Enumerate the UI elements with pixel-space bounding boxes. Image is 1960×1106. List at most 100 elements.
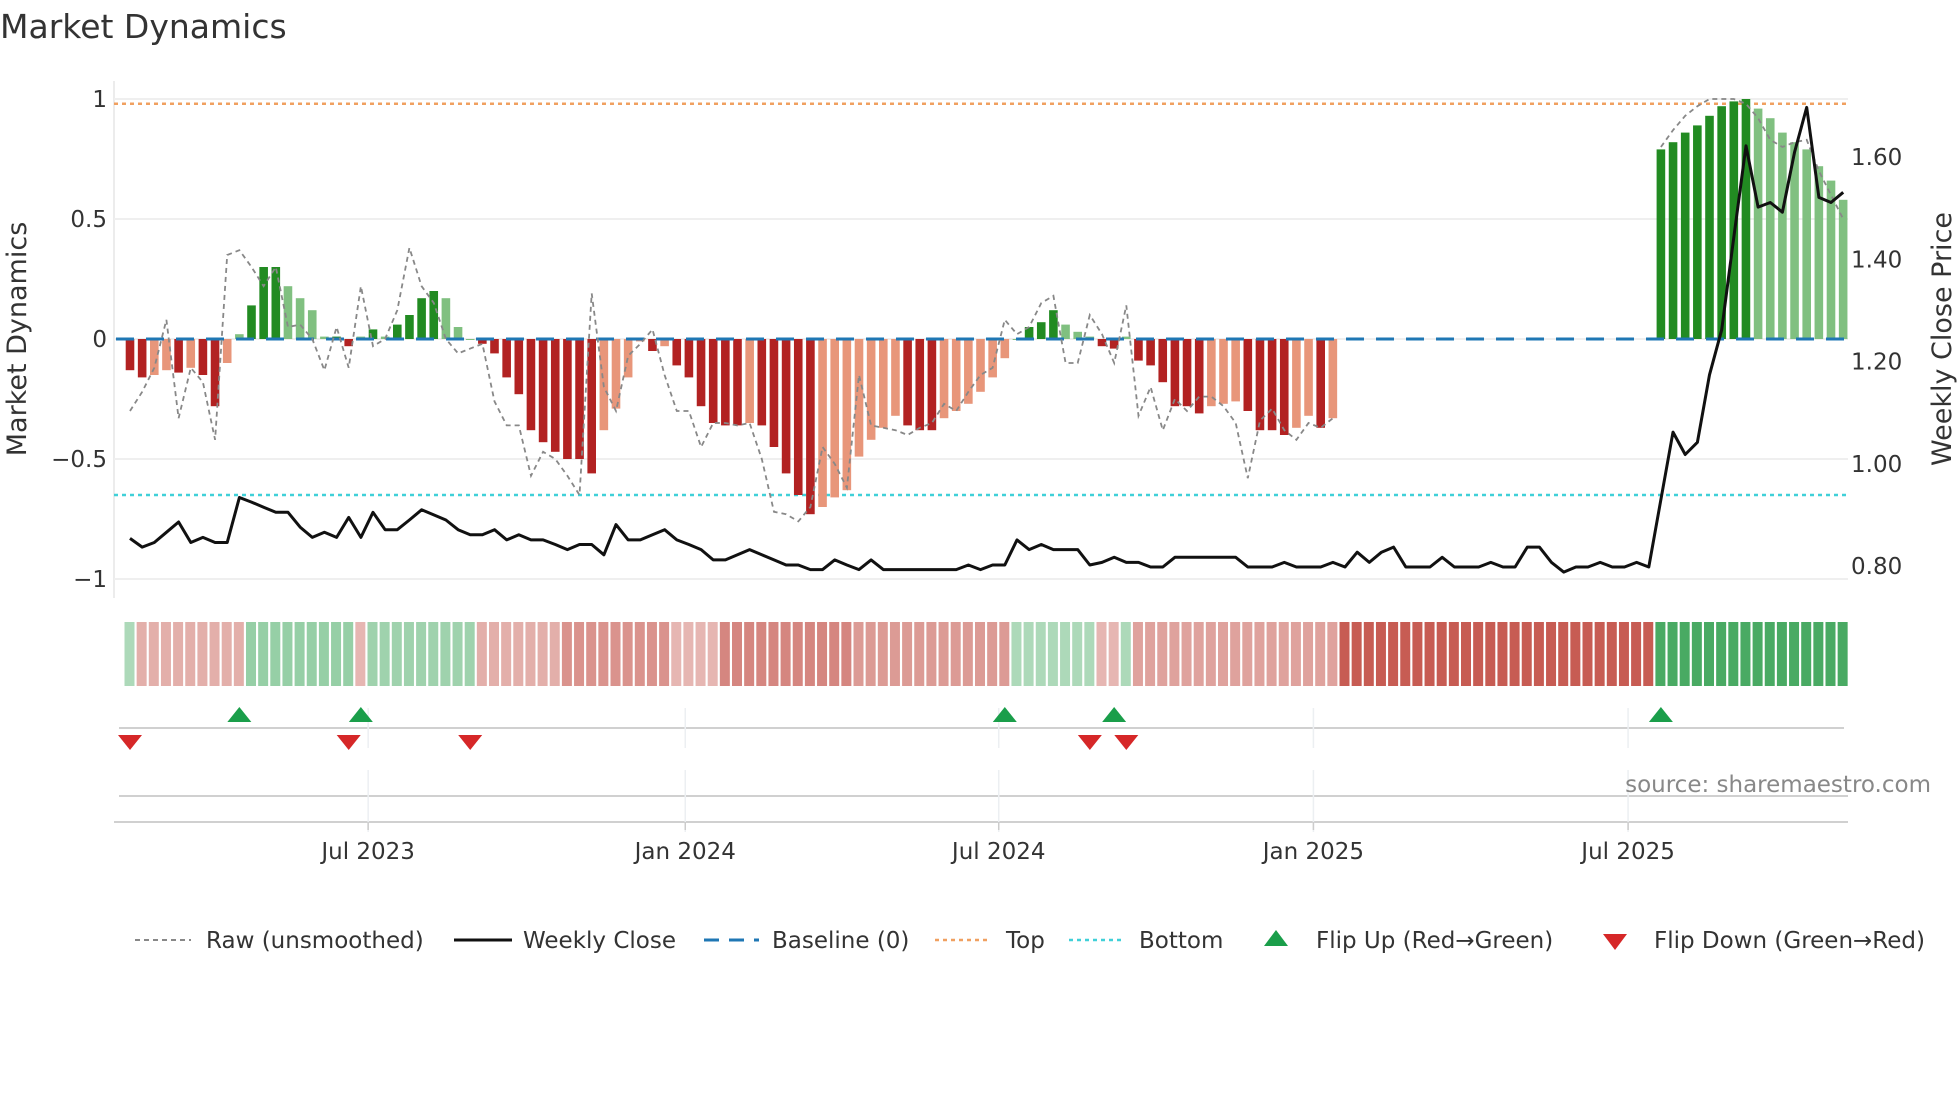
strip-cell <box>489 622 499 686</box>
strip-cell <box>501 622 512 686</box>
legend-raw: Raw (unsmoothed) <box>206 928 424 954</box>
strip-cell <box>829 622 840 686</box>
bar <box>964 339 973 404</box>
strip-cell <box>1303 622 1314 686</box>
strip-cell <box>124 622 135 686</box>
strip-cell <box>707 622 718 686</box>
bar <box>550 339 560 452</box>
bar <box>1292 339 1301 428</box>
strip-cell <box>1691 622 1702 686</box>
strip-cell <box>1716 622 1727 686</box>
bar <box>745 339 754 423</box>
bar <box>1693 125 1702 340</box>
bar <box>1328 339 1338 419</box>
strip-cell <box>1278 622 1289 686</box>
bar <box>611 339 621 409</box>
flip-up-icon <box>1264 930 1288 946</box>
strip-cell <box>598 622 609 686</box>
strip-cell <box>136 622 147 686</box>
strip-cell <box>1363 622 1374 686</box>
strip-cell <box>1485 622 1496 686</box>
bar <box>186 339 196 368</box>
strip-cell <box>1764 622 1775 686</box>
strip-cell <box>1339 622 1350 686</box>
strip-cell <box>1315 622 1326 686</box>
y-axis-label: Market Dynamics <box>2 222 33 457</box>
strip-cell <box>306 622 317 686</box>
strip-cell <box>416 622 427 686</box>
bar <box>1207 339 1216 407</box>
raw-line <box>129 247 1334 523</box>
strip-cell <box>1351 622 1362 686</box>
strip-cell <box>185 622 196 686</box>
bar <box>526 339 536 431</box>
strip-cell <box>1740 622 1751 686</box>
strip-cell <box>1594 622 1605 686</box>
strip-cell <box>1461 622 1471 686</box>
regime-strip <box>124 622 1848 686</box>
flip-up-marker <box>227 707 252 722</box>
bar <box>587 339 596 474</box>
x-tick-label: Jul 2023 <box>319 839 415 865</box>
gridlines <box>113 81 1848 832</box>
strip-cell <box>1558 622 1569 686</box>
flip-up-marker <box>348 707 373 722</box>
bar <box>1170 339 1180 407</box>
bar <box>1219 339 1228 404</box>
strip-cell <box>1035 622 1046 686</box>
y2-tick-label: 1.40 <box>1851 247 1902 273</box>
series-lines <box>129 98 1845 574</box>
source-text: source: sharemaestro.com <box>1625 772 1931 798</box>
strip-cell <box>209 622 220 686</box>
strip-cell <box>1618 622 1629 686</box>
strip-cell <box>391 622 402 686</box>
bar <box>733 339 742 426</box>
bar <box>125 339 135 371</box>
bar <box>393 324 402 339</box>
flip-up-marker <box>992 707 1017 722</box>
strip-cell <box>246 622 256 686</box>
y2-tick-label: 0.80 <box>1851 554 1902 580</box>
strip-cell <box>1679 622 1690 686</box>
strip-cell <box>732 622 742 686</box>
bar <box>1146 339 1155 366</box>
strip-cell <box>792 622 803 686</box>
flip-down-marker <box>1114 735 1139 750</box>
strip-cell <box>148 622 159 686</box>
y2-axis-label: Weekly Close Price <box>1927 212 1958 466</box>
strip-cell <box>1060 622 1071 686</box>
flip-down-icon <box>1603 934 1627 950</box>
bar <box>830 339 839 498</box>
bar <box>879 339 888 428</box>
strip-cell <box>1825 622 1836 686</box>
y-tick-label: −0.5 <box>51 447 107 473</box>
strip-cell <box>926 622 937 686</box>
strip-cell <box>379 622 390 686</box>
legend-close: Weekly Close <box>523 928 676 954</box>
strip-cell <box>877 622 888 686</box>
flip-up-marker <box>1102 707 1127 722</box>
bar <box>429 291 439 339</box>
strip-cell <box>233 622 244 686</box>
bar <box>538 339 548 443</box>
bar <box>1194 339 1204 414</box>
x-tick-label: Jul 2024 <box>950 839 1046 865</box>
legend-flip-down: Flip Down (Green→Red) <box>1654 928 1925 954</box>
strip-cell <box>1266 622 1277 686</box>
flip-down-marker <box>336 735 361 750</box>
strip-cell <box>1813 622 1824 686</box>
bar <box>1316 339 1325 428</box>
bar <box>818 339 827 507</box>
bar <box>866 339 876 440</box>
strip-cell <box>865 622 876 686</box>
strip-cell <box>452 622 463 686</box>
bar <box>903 339 912 426</box>
strip-cell <box>1388 622 1399 686</box>
bar <box>951 339 961 411</box>
strip-cell <box>1533 622 1544 686</box>
bar <box>1036 322 1046 339</box>
strip-cell <box>476 622 487 686</box>
strip-cell <box>1667 622 1678 686</box>
bar <box>915 339 925 431</box>
bar <box>696 339 706 407</box>
